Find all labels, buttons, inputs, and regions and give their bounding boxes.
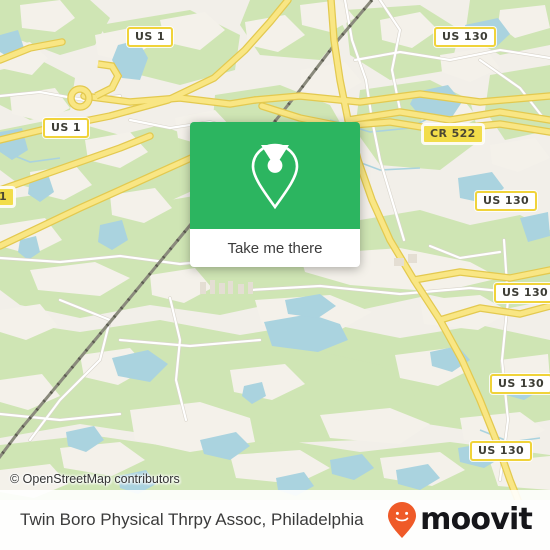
shield-us-1-top: US 1: [127, 27, 173, 47]
moovit-brand[interactable]: moovit: [387, 501, 533, 539]
shield-us-130-lower: US 130: [494, 283, 550, 303]
popup-pointer-tail: [261, 145, 289, 167]
shield-1-edge: 1: [0, 187, 16, 207]
shield-cr-522: CR 522: [422, 124, 484, 144]
shield-us-130-bottom: US 130: [470, 441, 533, 461]
shield-us-130-mid: US 130: [475, 191, 538, 211]
shield-us-130-top: US 130: [434, 27, 497, 47]
bottom-info-bar: Twin Boro Physical Thrpy Assoc, Philadel…: [0, 490, 550, 550]
moovit-smiley-pin-icon: [388, 502, 417, 538]
place-title: Twin Boro Physical Thrpy Assoc, Philadel…: [20, 510, 364, 529]
shield-us-130-low2: US 130: [490, 374, 550, 394]
shield-us-1-left: US 1: [43, 118, 89, 138]
moovit-wordmark: moovit: [420, 502, 533, 537]
map-screenshot: US 1 US 130 US 1 CR 522 1 US 130 US 130 …: [0, 0, 550, 550]
popup-header: [190, 122, 360, 229]
take-me-there-label: Take me there: [227, 239, 323, 257]
map-popup-card[interactable]: Take me there: [190, 122, 360, 267]
popup-action-row[interactable]: Take me there: [190, 229, 360, 267]
